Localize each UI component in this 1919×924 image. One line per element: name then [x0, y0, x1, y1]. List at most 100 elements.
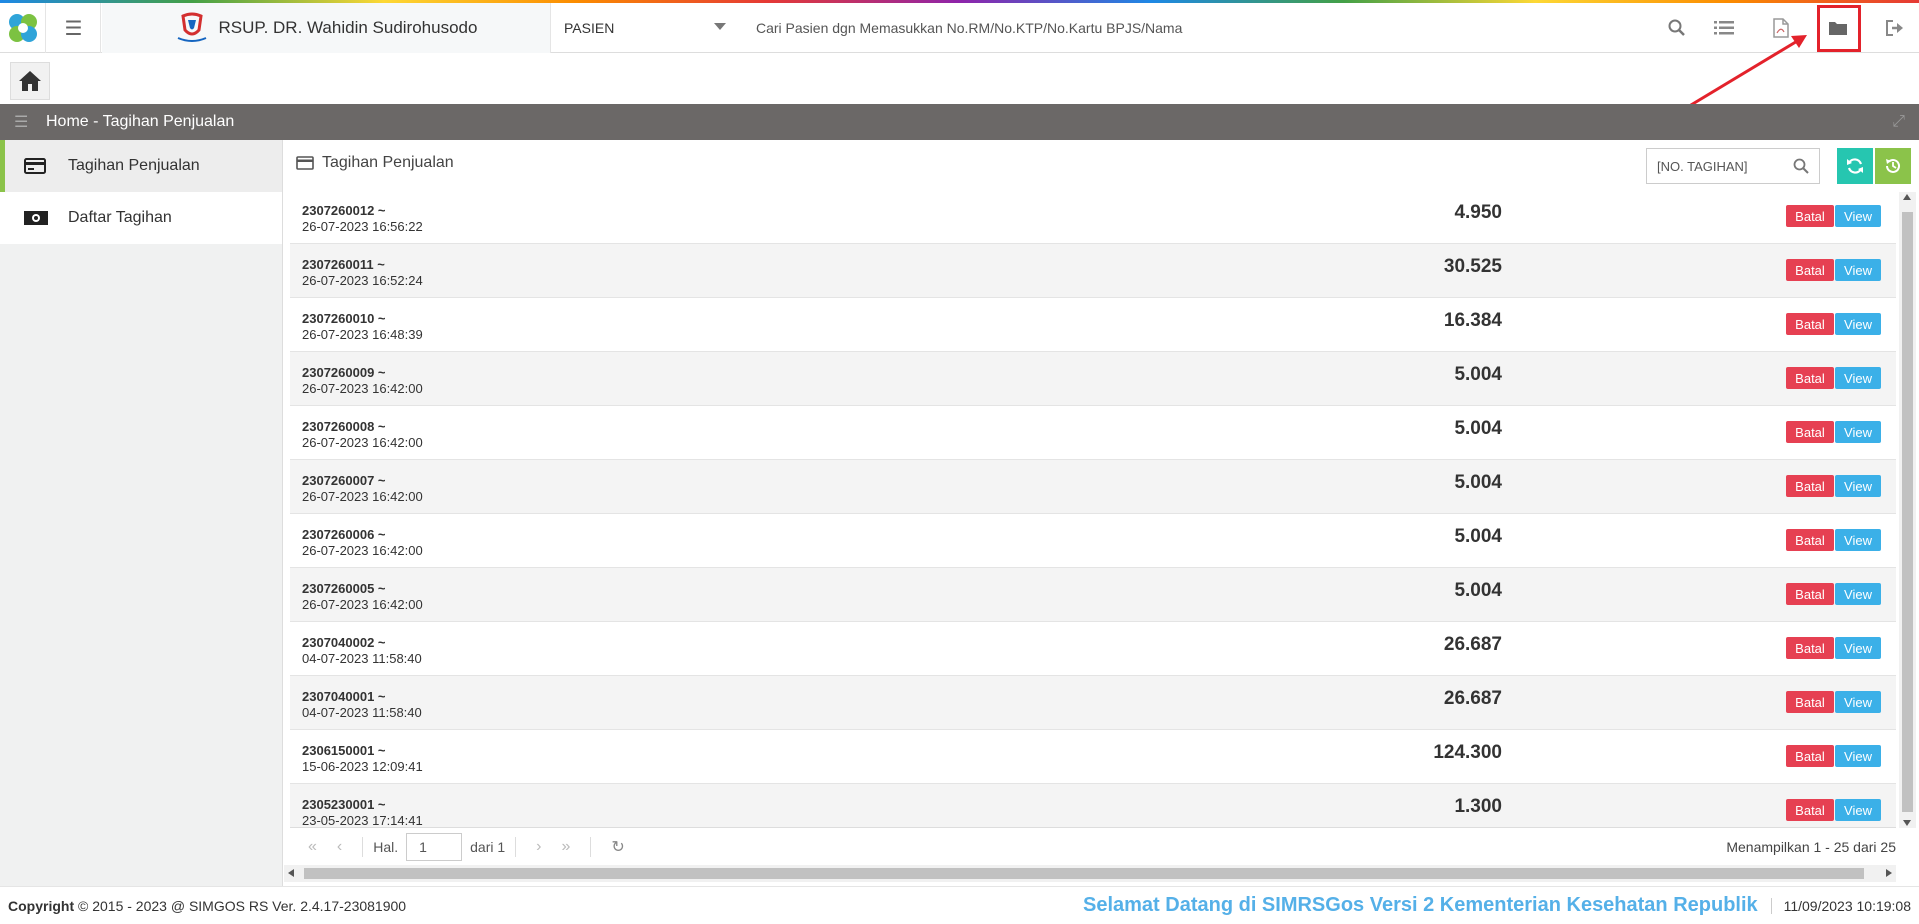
simgos-logo-icon: [8, 14, 37, 42]
copyright-icon: ©: [78, 897, 89, 914]
cancel-button[interactable]: Batal: [1786, 799, 1834, 821]
patient-search-input[interactable]: Cari Pasien dgn Memasukkan No.RM/No.KTP/…: [756, 3, 1356, 53]
table-row[interactable]: 2307260005 ~26-07-2023 16:42:00 5.004 Bata…: [290, 568, 1896, 622]
invoice-number: 2307040002 ~: [302, 635, 386, 650]
view-button[interactable]: View: [1835, 529, 1881, 551]
invoice-date: 04-07-2023 11:58:40: [302, 705, 422, 720]
view-button[interactable]: View: [1835, 259, 1881, 281]
home-button[interactable]: [10, 62, 50, 100]
scroll-thumb[interactable]: [1902, 212, 1913, 812]
cancel-button[interactable]: Batal: [1786, 421, 1834, 443]
welcome-marquee: Selamat Datang di SIMRSGos Versi 2 Kemen…: [1083, 894, 1763, 916]
prev-page-icon[interactable]: ‹: [337, 838, 342, 856]
search-icon[interactable]: [1793, 158, 1809, 174]
invoice-search-input[interactable]: [NO. TAGIHAN]: [1646, 148, 1820, 184]
invoice-number: 2305230001 ~: [302, 797, 386, 812]
view-button[interactable]: View: [1835, 799, 1881, 821]
table-row[interactable]: 2307040001 ~04-07-2023 11:58:40 26.687 Bat…: [290, 676, 1896, 730]
vertical-scrollbar[interactable]: [1899, 192, 1916, 828]
patient-type-select[interactable]: PASIEN: [552, 3, 742, 53]
cancel-button[interactable]: Batal: [1786, 691, 1834, 713]
invoice-number: 2307260006 ~: [302, 527, 386, 542]
highlight-box: [1817, 5, 1861, 52]
view-button[interactable]: View: [1835, 475, 1881, 497]
view-button[interactable]: View: [1835, 637, 1881, 659]
panel-title: Tagihan Penjualan: [296, 154, 454, 172]
invoice-date: 26-07-2023 16:42:00: [302, 543, 423, 558]
refresh-button[interactable]: [1837, 148, 1873, 184]
view-button[interactable]: View: [1835, 313, 1881, 335]
invoice-date: 23-05-2023 17:14:41: [302, 813, 423, 828]
panel-title-text: Tagihan Penjualan: [322, 154, 454, 171]
cancel-button[interactable]: Batal: [1786, 259, 1834, 281]
cancel-button[interactable]: Batal: [1786, 637, 1834, 659]
view-button[interactable]: View: [1835, 421, 1881, 443]
bars-icon[interactable]: ☰: [14, 112, 32, 132]
view-button[interactable]: View: [1835, 367, 1881, 389]
invoice-amount: 1.300: [1454, 796, 1502, 817]
scroll-up-icon[interactable]: [1903, 194, 1911, 200]
scroll-down-icon[interactable]: [1903, 820, 1911, 826]
table-row[interactable]: 2307260008 ~26-07-2023 16:42:00 5.004 Bata…: [290, 406, 1896, 460]
page-input[interactable]: 1: [406, 833, 463, 861]
hospital-name: RSUP. DR. Wahidin Sudirohusodo: [218, 18, 478, 37]
app-logo[interactable]: [0, 3, 46, 53]
logout-button[interactable]: [1872, 3, 1918, 53]
cancel-button[interactable]: Batal: [1786, 529, 1834, 551]
menu-toggle-button[interactable]: ☰: [47, 3, 101, 53]
invoice-amount: 124.300: [1433, 742, 1502, 763]
invoice-amount: 5.004: [1454, 418, 1502, 439]
cancel-button[interactable]: Batal: [1786, 313, 1834, 335]
invoice-date: 26-07-2023 16:52:24: [302, 273, 423, 288]
table-row[interactable]: 2306150001 ~15-06-2023 12:09:41 124.300 Ba…: [290, 730, 1896, 784]
table-row[interactable]: 2307260007 ~26-07-2023 16:42:00 5.004 Bata…: [290, 460, 1896, 514]
sidebar-item-tagihan-penjualan[interactable]: Tagihan Penjualan: [0, 140, 282, 192]
view-button[interactable]: View: [1835, 205, 1881, 227]
cancel-button[interactable]: Batal: [1786, 745, 1834, 767]
home-icon: [19, 71, 41, 91]
sidebar-item-label: Tagihan Penjualan: [68, 157, 200, 174]
scroll-left-icon[interactable]: [288, 869, 294, 877]
table-row[interactable]: 2307260006 ~26-07-2023 16:42:00 5.004 Bata…: [290, 514, 1896, 568]
invoice-date: 26-07-2023 16:48:39: [302, 327, 423, 342]
main-panel: Tagihan Penjualan [NO. TAGIHAN] 23072600…: [284, 140, 1919, 886]
view-button[interactable]: View: [1835, 583, 1881, 605]
first-page-icon[interactable]: «: [308, 838, 317, 856]
divider: [362, 837, 364, 857]
invoice-date: 26-07-2023 16:42:00: [302, 489, 423, 504]
table-row[interactable]: 2307260011 ~26-07-2023 16:52:24 30.525 Bat…: [290, 244, 1896, 298]
pagination-bar: « ‹ Hal. 1 dari 1 › » ↻ Menampilkan 1 - …: [284, 831, 1896, 863]
copyright: Copyright © 2015 - 2023 @ SIMGOS RS Ver.…: [8, 898, 406, 914]
table-row[interactable]: 2307260010 ~26-07-2023 16:48:39 16.384 Bat…: [290, 298, 1896, 352]
patient-search-placeholder: Cari Pasien dgn Memasukkan No.RM/No.KTP/…: [756, 20, 1183, 36]
horizontal-scrollbar[interactable]: [284, 865, 1896, 882]
view-button[interactable]: View: [1835, 691, 1881, 713]
next-page-icon[interactable]: ›: [536, 838, 541, 856]
invoice-amount: 5.004: [1454, 580, 1502, 601]
table-row[interactable]: 2305230001 ~23-05-2023 17:14:41 1.300 Bata…: [290, 784, 1896, 828]
invoice-amount: 30.525: [1443, 256, 1502, 277]
cancel-button[interactable]: Batal: [1786, 367, 1834, 389]
invoice-number: 2307260005 ~: [302, 581, 386, 596]
logout-icon: [1886, 20, 1903, 36]
table-row[interactable]: 2307260009 ~26-07-2023 16:42:00 5.004 Bata…: [290, 352, 1896, 406]
cancel-button[interactable]: Batal: [1786, 205, 1834, 227]
table-row[interactable]: 2307040002 ~04-07-2023 11:58:40 26.687 Bat…: [290, 622, 1896, 676]
sidebar-item-daftar-tagihan[interactable]: Daftar Tagihan: [0, 192, 282, 244]
expand-icon[interactable]: ⤢: [1892, 113, 1905, 131]
hospital-logo-icon: [177, 12, 206, 42]
invoice-number: 2307260011 ~: [302, 257, 385, 272]
last-page-icon[interactable]: »: [562, 838, 571, 856]
view-button[interactable]: View: [1835, 745, 1881, 767]
cancel-button[interactable]: Batal: [1786, 583, 1834, 605]
sidebar: Tagihan Penjualan Daftar Tagihan: [0, 140, 283, 886]
invoice-amount: 16.384: [1443, 310, 1502, 331]
reload-icon[interactable]: ↻: [611, 837, 624, 857]
table-row[interactable]: 2307260012 ~26-07-2023 16:56:22 4.950 Bata…: [290, 190, 1896, 244]
cancel-button[interactable]: Batal: [1786, 475, 1834, 497]
reset-button[interactable]: [1875, 148, 1911, 184]
scroll-thumb[interactable]: [304, 868, 1864, 879]
invoice-amount: 4.950: [1454, 202, 1502, 223]
credit-card-icon: [24, 158, 48, 174]
scroll-right-icon[interactable]: [1886, 869, 1892, 877]
